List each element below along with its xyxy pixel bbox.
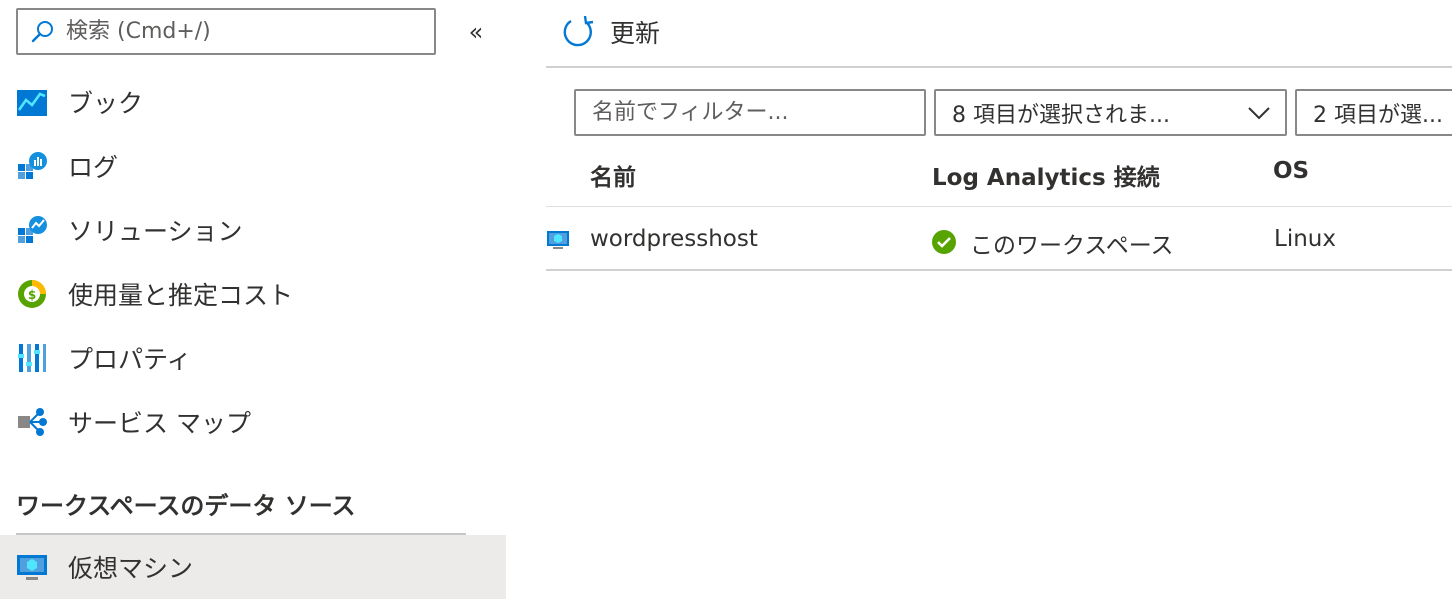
refresh-button[interactable]: 更新 — [560, 10, 660, 54]
sidebar-item-label: プロパティ — [68, 345, 192, 374]
sidebar-item-solutions[interactable]: ソリューション — [0, 198, 506, 262]
sidebar-item-logs[interactable]: ログ — [0, 134, 506, 198]
vm-name-link[interactable]: wordpresshost — [590, 226, 758, 252]
virtual-machine-icon — [16, 551, 48, 583]
main-panel: 更新 8 項目が選択されま... 2 項目が選... 名前 Log Analyt… — [546, 0, 1452, 604]
name-filter-input[interactable] — [574, 89, 926, 136]
column-header-os[interactable]: OS — [1273, 158, 1309, 184]
sidebar-item-label: 使用量と推定コスト — [68, 281, 294, 310]
refresh-label: 更新 — [610, 19, 661, 48]
sidebar-item-workbooks[interactable]: ブック — [0, 70, 506, 134]
filter-dropdown-1[interactable]: 8 項目が選択されま... — [934, 89, 1287, 136]
logs-icon — [16, 150, 48, 182]
refresh-icon — [563, 15, 594, 47]
check-circle-icon — [932, 230, 956, 254]
toolbar-divider — [546, 66, 1452, 68]
search-input[interactable] — [66, 19, 406, 44]
solutions-icon — [16, 214, 48, 246]
search-icon — [31, 20, 53, 42]
section-heading: ワークスペースのデータ ソース — [16, 492, 356, 520]
properties-icon — [16, 342, 48, 374]
chevron-down-icon — [1248, 107, 1270, 120]
service-map-icon — [16, 406, 48, 438]
header-divider — [546, 206, 1452, 207]
sidebar-item-label: ブック — [68, 89, 144, 118]
sidebar-item-label: 仮想マシン — [68, 554, 194, 583]
double-chevron-left-icon: « — [468, 18, 484, 46]
usage-cost-icon: $ — [16, 278, 48, 310]
svg-text:$: $ — [28, 288, 36, 302]
row-divider — [546, 269, 1452, 271]
dropdown-value: 2 項目が選... — [1313, 102, 1443, 128]
virtual-machine-icon — [547, 231, 569, 249]
table-row[interactable]: wordpresshost このワークスペース Linux — [546, 208, 1452, 270]
column-header-connection[interactable]: Log Analytics 接続 — [932, 158, 1160, 192]
app-root: « ブック — [0, 0, 1452, 604]
os-cell: Linux — [1274, 226, 1336, 252]
sidebar-item-usage-cost[interactable]: $ 使用量と推定コスト — [0, 262, 506, 326]
connection-status-text: このワークスペース — [970, 233, 1174, 259]
workbook-icon — [16, 86, 48, 118]
sidebar: « ブック — [0, 0, 506, 604]
sidebar-item-service-map[interactable]: サービス マップ — [0, 390, 506, 454]
filter-dropdown-2[interactable]: 2 項目が選... — [1295, 89, 1452, 136]
sidebar-item-label: ログ — [68, 153, 119, 182]
sidebar-item-virtual-machines[interactable]: 仮想マシン — [0, 535, 506, 599]
collapse-sidebar-button[interactable]: « — [458, 14, 494, 50]
dropdown-value: 8 項目が選択されま... — [952, 102, 1170, 128]
search-box[interactable] — [16, 8, 436, 55]
sidebar-item-properties[interactable]: プロパティ — [0, 326, 506, 390]
sidebar-item-label: ソリューション — [68, 217, 243, 246]
sidebar-item-label: サービス マップ — [68, 409, 251, 438]
column-header-name[interactable]: 名前 — [590, 158, 636, 192]
